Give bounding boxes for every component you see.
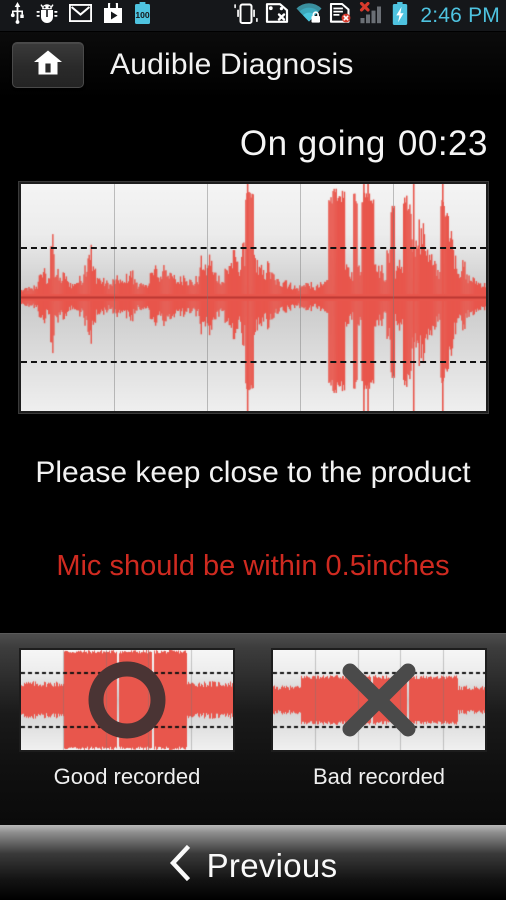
wifi-secure-icon: [296, 3, 322, 28]
previous-button[interactable]: Previous: [0, 825, 506, 900]
waveform-gridline: [207, 184, 208, 411]
status-bar-left-icons: 100: [10, 2, 151, 29]
bad-recorded-label: Bad recorded: [271, 764, 487, 790]
good-waveform-canvas: [21, 650, 233, 750]
recording-status-label: On going: [240, 124, 386, 163]
usb-icon: [10, 2, 25, 29]
example-good-recorded[interactable]: Good recorded: [19, 648, 235, 790]
sdcard-error-icon: [265, 3, 289, 28]
good-recorded-label: Good recorded: [19, 764, 235, 790]
title-bar: Audible Diagnosis: [0, 32, 506, 98]
waveform-gridline: [300, 184, 301, 411]
chevron-left-icon: [169, 845, 191, 886]
recording-status-line: On going 00:23: [240, 124, 488, 164]
main-content: On going 00:23 Please keep close to the p…: [0, 98, 506, 633]
gmail-icon: [69, 4, 92, 27]
page-title: Audible Diagnosis: [110, 48, 354, 82]
good-recorded-thumbnail: [19, 648, 235, 752]
waveform-gridline: [393, 184, 394, 411]
instruction-primary: Please keep close to the product: [0, 456, 506, 490]
battery-charging-icon: [392, 2, 408, 30]
waveform-display: [19, 182, 488, 413]
examples-panel: Good recorded Bad recorded: [0, 633, 506, 825]
waveform-threshold-upper: [21, 247, 486, 249]
bad-waveform-canvas: [273, 650, 485, 750]
status-bar: 100: [0, 0, 506, 32]
android-debug-bug-icon: [36, 3, 58, 28]
waveform-canvas: [21, 184, 486, 411]
sim-card-error-icon: [329, 3, 352, 28]
svg-text:100: 100: [135, 10, 150, 20]
vibrate-icon: [234, 3, 258, 29]
recording-timer: 00:23: [398, 124, 488, 163]
previous-label: Previous: [207, 847, 338, 885]
waveform-threshold-lower: [21, 361, 486, 363]
bad-recorded-thumbnail: [271, 648, 487, 752]
status-bar-right-icons: 2:46 PM: [234, 2, 500, 30]
home-icon: [33, 49, 63, 81]
status-bar-clock: 2:46 PM: [420, 5, 500, 26]
play-store-icon: [103, 3, 123, 29]
no-signal-icon: [359, 2, 385, 29]
battery-100-icon: 100: [134, 2, 151, 29]
home-button[interactable]: [12, 42, 84, 88]
waveform-gridline: [114, 184, 115, 411]
example-bad-recorded[interactable]: Bad recorded: [271, 648, 487, 790]
instruction-warning: Mic should be within 0.5inches: [0, 550, 506, 583]
